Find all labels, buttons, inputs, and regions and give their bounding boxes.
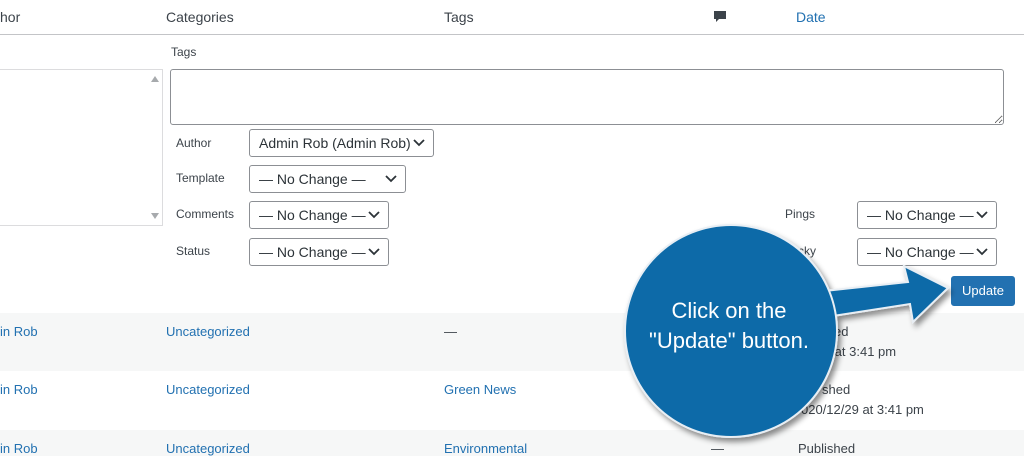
callout-text: Click on the "Update" button. (629, 296, 829, 356)
callout-line-2: "Update" button. (649, 328, 809, 353)
callout-annotation (624, 224, 950, 438)
callout-line-1: Click on the (671, 298, 787, 323)
